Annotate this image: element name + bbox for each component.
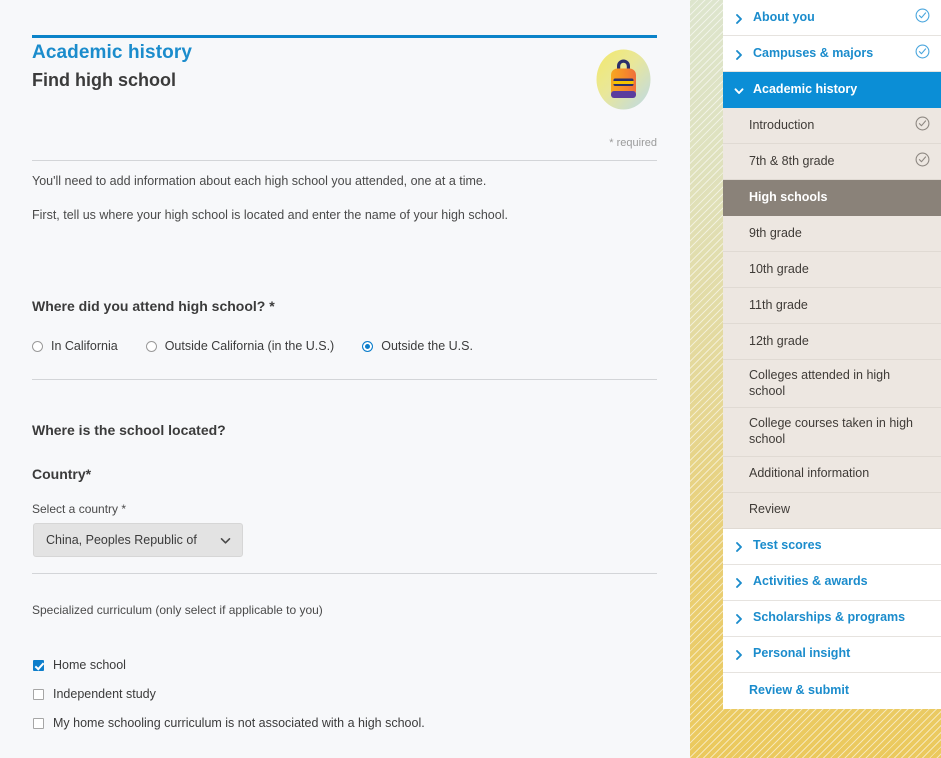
intro-paragraph-2: First, tell us where your high school is… — [32, 208, 508, 222]
sidebar-navigation: About you Campuses & majors Academic histo… — [723, 0, 941, 709]
divider-top — [32, 160, 657, 161]
checkbox-indicator-checked[interactable] — [33, 659, 44, 671]
checkbox-independent-study[interactable]: Independent study — [33, 687, 156, 701]
location-question-label: Where did you attend high school? * — [32, 298, 275, 314]
checkbox-label: My home schooling curriculum is not asso… — [53, 716, 425, 730]
school-location-heading: Where is the school located? — [32, 422, 226, 438]
sidebar-item-12th-grade[interactable]: 12th grade — [723, 324, 941, 360]
sidebar-item-additional-information[interactable]: Additional information — [723, 456, 941, 493]
sidebar-item-label: Scholarships & programs — [753, 610, 906, 625]
sidebar-item-label: Additional information — [749, 466, 870, 481]
sidebar-item-label: 11th grade — [749, 297, 808, 312]
radio-indicator[interactable] — [32, 340, 43, 352]
main-content: Academic history Find high school * requ… — [0, 0, 690, 758]
check-circle-icon — [915, 44, 930, 64]
chevron-right-icon — [733, 576, 745, 588]
country-select-label: Select a country * — [32, 502, 127, 516]
radio-option-in-california[interactable]: In California — [32, 339, 118, 353]
radio-option-outside-us[interactable]: Outside the U.S. — [362, 339, 473, 353]
radio-label: Outside the U.S. — [381, 339, 473, 353]
sidebar-item-7th-8th-grade[interactable]: 7th & 8th grade — [723, 144, 941, 180]
chevron-down-icon — [219, 534, 232, 547]
location-radio-group: In California Outside California (in the… — [32, 339, 501, 353]
chevron-right-icon — [733, 12, 745, 24]
sidebar-item-high-schools[interactable]: High schools — [723, 180, 941, 216]
sidebar-item-label: 9th grade — [749, 225, 802, 240]
check-circle-icon — [915, 116, 930, 136]
checkbox-indicator[interactable] — [33, 688, 44, 700]
radio-label: In California — [51, 339, 118, 353]
divider-middle — [32, 379, 657, 380]
page-eyebrow: Academic history — [32, 42, 192, 63]
sidebar-item-introduction[interactable]: Introduction — [723, 108, 941, 144]
sidebar-item-label: Campuses & majors — [753, 45, 874, 60]
sidebar-item-college-courses-taken-in-high-school[interactable]: College courses taken in high school — [723, 408, 941, 457]
page-title: Find high school — [32, 70, 176, 90]
checkbox-indicator[interactable] — [33, 717, 44, 729]
divider-bottom — [32, 573, 657, 574]
header-accent-rule — [32, 35, 657, 38]
sidebar-item-label: Academic history — [753, 81, 858, 96]
radio-indicator-selected[interactable] — [362, 340, 374, 352]
specialized-curriculum-hint: Specialized curriculum (only select if a… — [32, 603, 323, 617]
sidebar-item-label: Introduction — [749, 117, 815, 132]
required-note: * required — [609, 137, 657, 149]
sidebar-item-about-you[interactable]: About you — [723, 0, 941, 36]
chevron-right-icon — [733, 648, 745, 660]
country-select[interactable]: China, Peoples Republic of — [33, 523, 243, 557]
radio-indicator[interactable] — [145, 340, 157, 352]
sidebar-item-9th-grade[interactable]: 9th grade — [723, 216, 941, 252]
check-circle-icon — [915, 152, 930, 172]
checkbox-not-associated[interactable]: My home schooling curriculum is not asso… — [33, 716, 425, 730]
country-select-value: China, Peoples Republic of — [46, 533, 197, 547]
checkbox-label: Independent study — [53, 687, 156, 701]
sidebar-item-label: Personal insight — [753, 646, 851, 661]
sidebar-item-test-scores[interactable]: Test scores — [723, 528, 941, 565]
sidebar-item-label: 7th & 8th grade — [749, 153, 835, 168]
radio-label: Outside California (in the U.S.) — [164, 339, 335, 353]
sidebar-item-colleges-attended-in-high-school[interactable]: Colleges attended in high school — [723, 360, 941, 409]
sidebar-item-label: 10th grade — [749, 261, 809, 276]
sidebar-item-label: High schools — [749, 189, 828, 204]
sidebar-item-label: 12th grade — [749, 333, 809, 348]
application-root: Academic history Find high school * requ… — [0, 0, 941, 758]
sidebar-item-review[interactable]: Review — [723, 492, 941, 529]
sidebar-item-activities-awards[interactable]: Activities & awards — [723, 564, 941, 601]
sidebar-item-11th-grade[interactable]: 11th grade — [723, 288, 941, 324]
chevron-right-icon — [733, 48, 745, 60]
sidebar-item-10th-grade[interactable]: 10th grade — [723, 252, 941, 288]
check-circle-icon — [915, 8, 930, 28]
sidebar-item-academic-history[interactable]: Academic history — [723, 72, 941, 108]
checkbox-label: Home school — [53, 658, 126, 672]
sidebar-item-label: About you — [753, 9, 815, 24]
sidebar-item-label: Colleges attended in high school — [749, 368, 891, 398]
sidebar-item-scholarships-programs[interactable]: Scholarships & programs — [723, 600, 941, 637]
sidebar-item-campuses-majors[interactable]: Campuses & majors — [723, 36, 941, 72]
backpack-icon — [591, 47, 656, 112]
chevron-down-icon — [733, 84, 745, 96]
chevron-right-icon — [733, 540, 745, 552]
chevron-right-icon — [733, 612, 745, 624]
sidebar-item-label: College courses taken in high school — [749, 416, 913, 446]
country-heading: Country* — [32, 466, 92, 482]
sidebar-item-label: Review & submit — [749, 682, 850, 697]
sidebar-item-review-submit[interactable]: Review & submit — [723, 672, 941, 709]
intro-paragraph-1: You'll need to add information about eac… — [32, 174, 487, 188]
sidebar-item-personal-insight[interactable]: Personal insight — [723, 636, 941, 673]
sidebar-item-label: Activities & awards — [753, 574, 868, 589]
radio-option-outside-california[interactable]: Outside California (in the U.S.) — [145, 339, 335, 353]
checkbox-home-school[interactable]: Home school — [33, 658, 126, 672]
sidebar-item-label: Review — [749, 502, 790, 517]
sidebar-item-label: Test scores — [753, 538, 822, 553]
